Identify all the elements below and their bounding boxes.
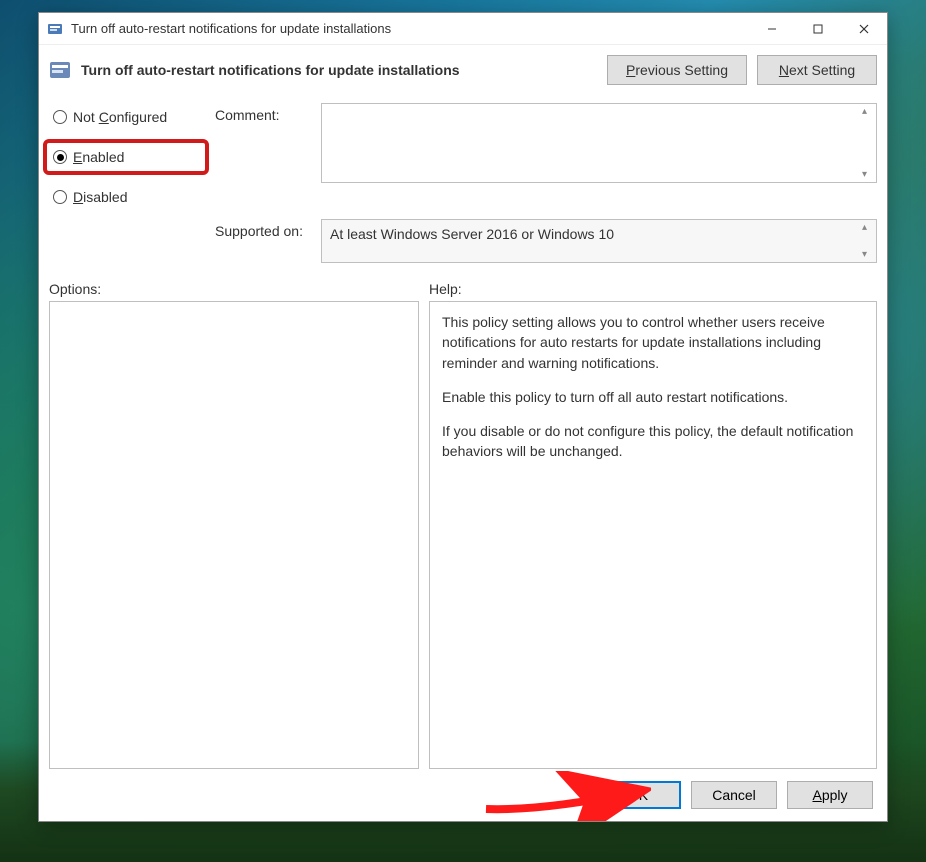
state-radio-group: Not Configured Enabled Disabled — [49, 103, 209, 207]
policy-title: Turn off auto-restart notifications for … — [81, 62, 597, 78]
supported-value: At least Windows Server 2016 or Windows … — [330, 226, 614, 242]
previous-setting-button[interactable]: Previous Setting — [607, 55, 747, 85]
scroll-down-icon: ▾ — [862, 169, 874, 180]
help-label: Help: — [429, 281, 462, 297]
radio-label-enabled: Enabled — [73, 149, 124, 165]
radio-not-configured[interactable]: Not Configured — [49, 107, 209, 127]
lower-section: This policy setting allows you to contro… — [49, 301, 877, 769]
titlebar: Turn off auto-restart notifications for … — [39, 13, 887, 45]
scroll-up-icon: ▴ — [862, 222, 874, 233]
upper-section: Not Configured Enabled Disabled Comment:… — [49, 95, 877, 275]
ok-button[interactable]: OK — [595, 781, 681, 809]
comment-textarea[interactable]: ▴ ▾ — [321, 103, 877, 183]
window-title: Turn off auto-restart notifications for … — [71, 21, 749, 36]
scroll-down-icon: ▾ — [862, 249, 874, 260]
radio-icon — [53, 190, 67, 204]
policy-header-icon — [49, 59, 71, 81]
radio-label-disabled: Disabled — [73, 189, 128, 205]
comment-label: Comment: — [215, 103, 315, 123]
radio-icon — [53, 110, 67, 124]
cancel-button[interactable]: Cancel — [691, 781, 777, 809]
radio-disabled[interactable]: Disabled — [49, 187, 209, 207]
help-text-2: Enable this policy to turn off all auto … — [442, 387, 864, 407]
close-button[interactable] — [841, 13, 887, 45]
maximize-button[interactable] — [795, 13, 841, 45]
minimize-button[interactable] — [749, 13, 795, 45]
radio-enabled[interactable]: Enabled — [51, 147, 126, 167]
header-row: Turn off auto-restart notifications for … — [49, 51, 877, 95]
apply-button[interactable]: Apply — [787, 781, 873, 809]
policy-editor-window: Turn off auto-restart notifications for … — [38, 12, 888, 822]
radio-label-not-configured: Not Configured — [73, 109, 167, 125]
radio-icon — [53, 150, 67, 164]
help-text-1: This policy setting allows you to contro… — [442, 312, 864, 373]
scroll-up-icon: ▴ — [862, 106, 874, 117]
dialog-footer: OK Cancel Apply — [49, 769, 877, 811]
supported-on-box: At least Windows Server 2016 or Windows … — [321, 219, 877, 263]
window-content: Turn off auto-restart notifications for … — [39, 45, 887, 821]
lower-labels: Options: Help: — [49, 275, 877, 301]
policy-icon — [47, 21, 63, 37]
help-panel: This policy setting allows you to contro… — [429, 301, 877, 769]
next-setting-button[interactable]: Next Setting — [757, 55, 877, 85]
supported-label: Supported on: — [215, 219, 315, 239]
help-text-3: If you disable or do not configure this … — [442, 421, 864, 462]
annotation-highlight-enabled: Enabled — [43, 139, 209, 175]
options-panel — [49, 301, 419, 769]
options-label: Options: — [49, 281, 429, 297]
